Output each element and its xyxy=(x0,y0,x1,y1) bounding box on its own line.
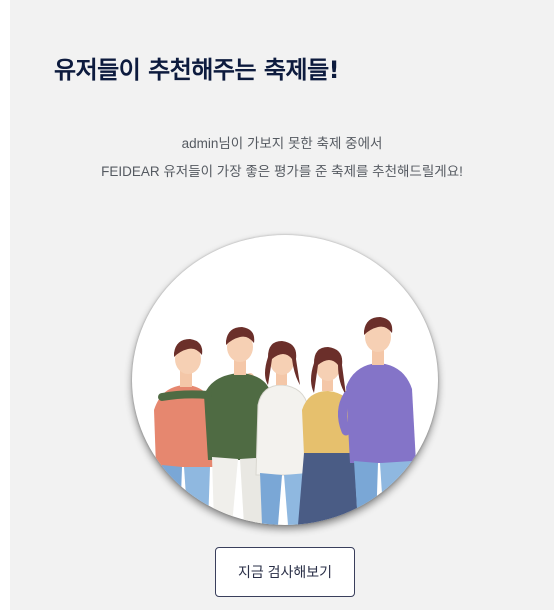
group-of-friends-illustration xyxy=(154,317,416,525)
illustration-circle xyxy=(132,235,438,525)
description-line-2: FEIDEAR 유저들이 가장 좋은 평가를 준 축제를 추천해드릴게요! xyxy=(101,164,463,179)
description-line-1: admin님이 가보지 못한 축제 중에서 xyxy=(181,136,383,151)
recommendation-panel: 유저들이 추천해주는 축제들! admin님이 가보지 못한 축제 중에서 FE… xyxy=(10,0,554,610)
start-test-button[interactable]: 지금 검사해보기 xyxy=(215,547,355,597)
page-title: 유저들이 추천해주는 축제들! xyxy=(54,56,340,84)
page: 유저들이 추천해주는 축제들! admin님이 가보지 못한 축제 중에서 FE… xyxy=(0,0,554,610)
